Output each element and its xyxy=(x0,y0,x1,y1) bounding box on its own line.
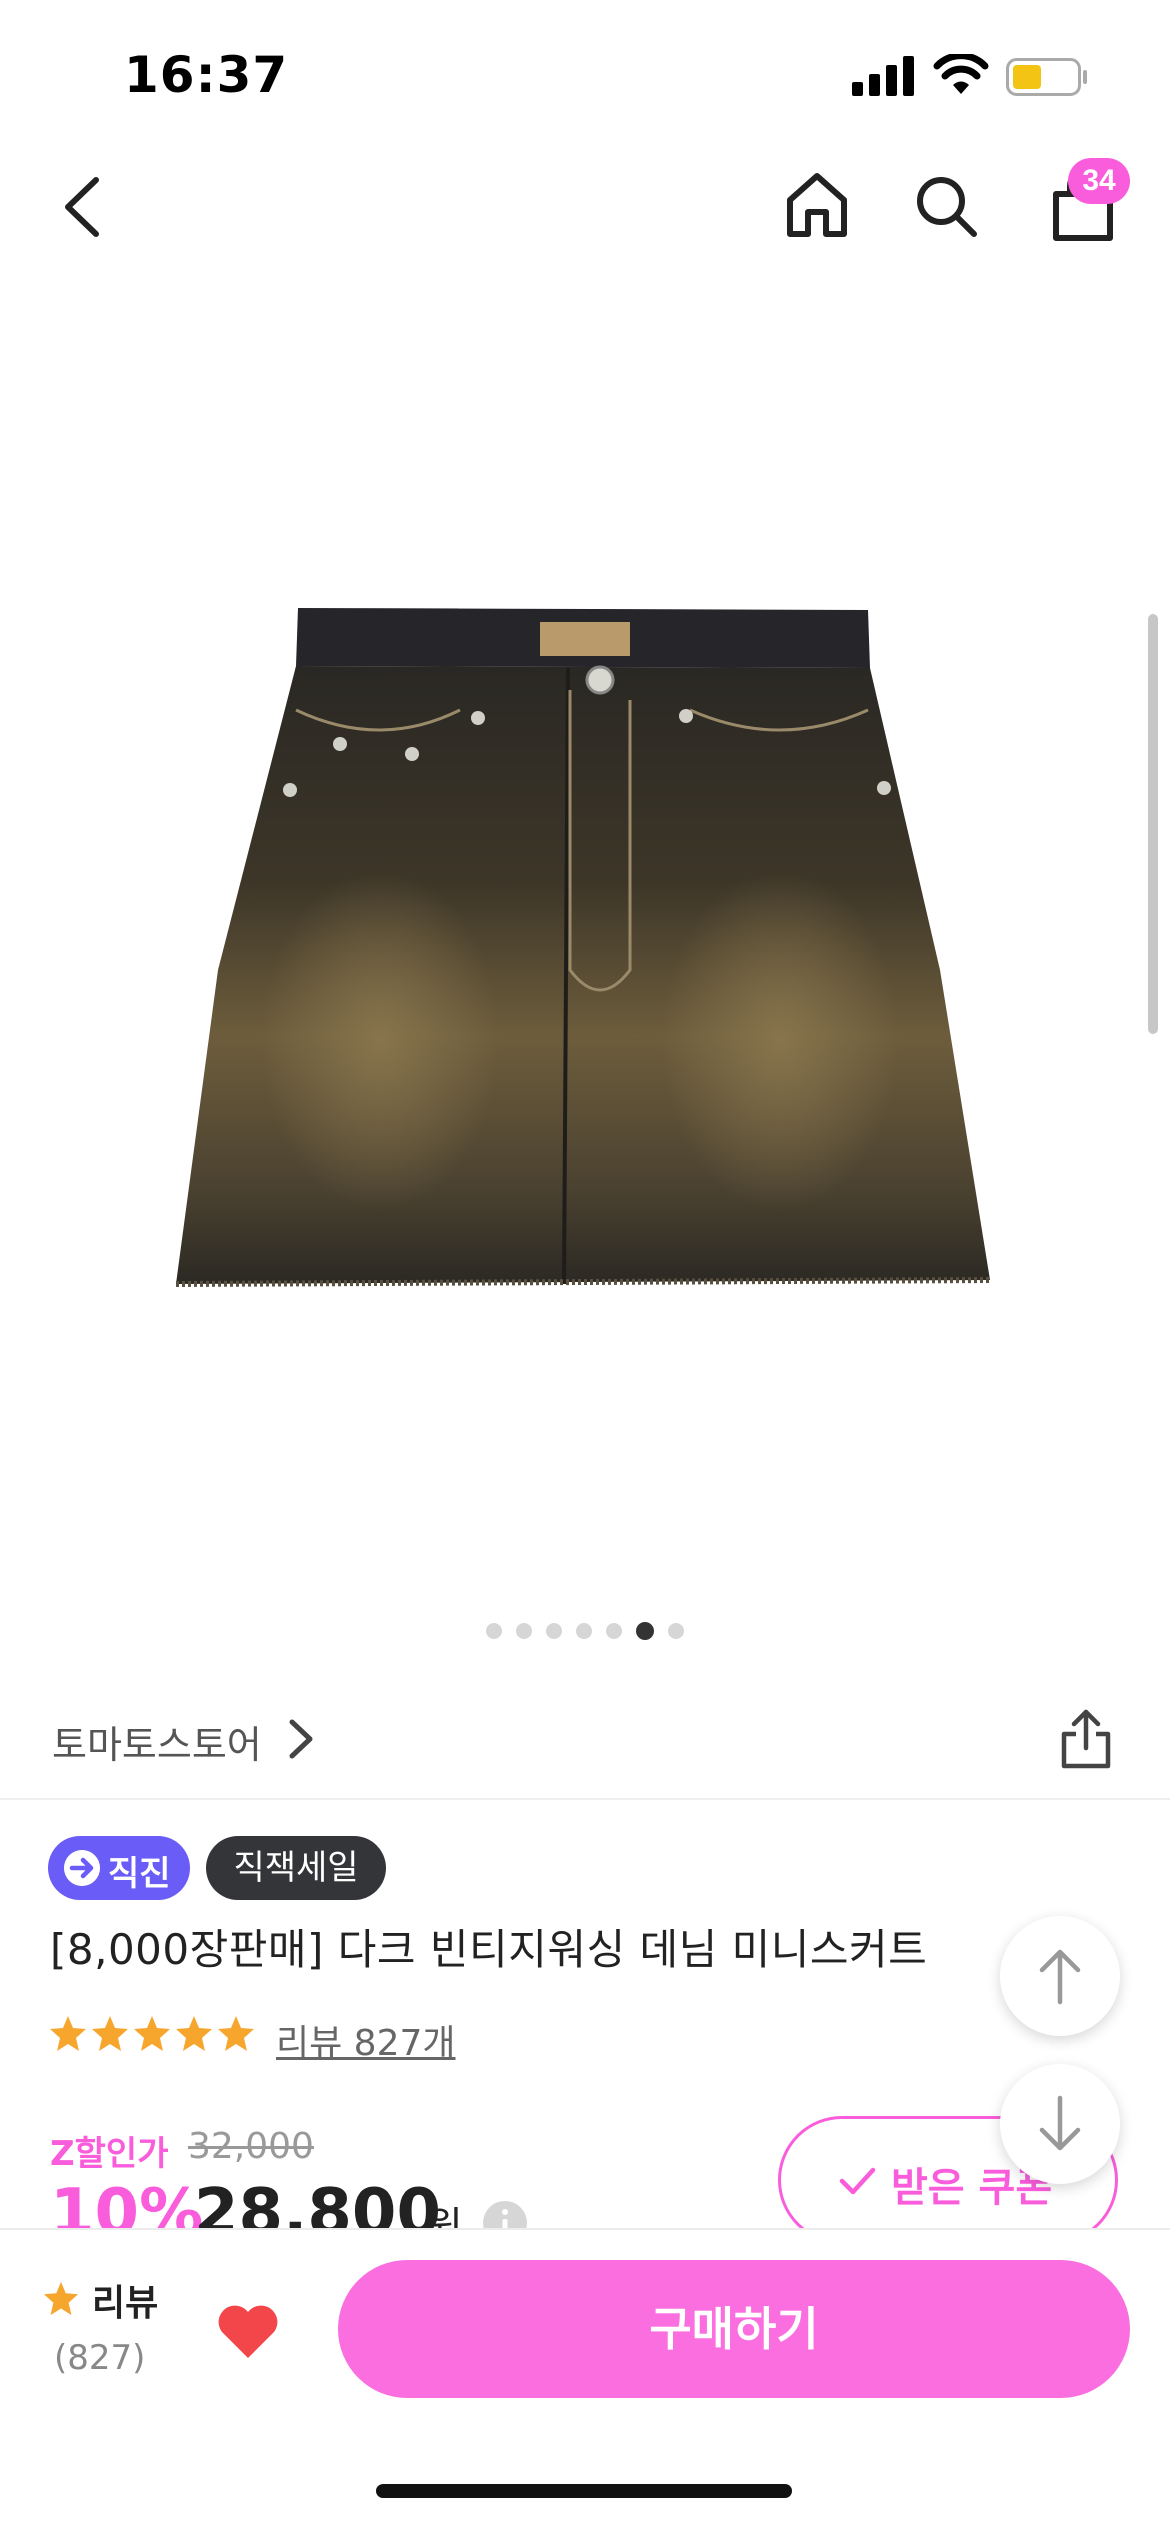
review-count: (827) xyxy=(54,2338,146,2378)
status-time: 16:37 xyxy=(124,46,289,104)
bottom-action-bar: 리뷰 (827) 구매하기 xyxy=(0,2228,1170,2532)
buy-button[interactable]: 구매하기 xyxy=(338,2260,1130,2398)
status-bar: 16:37 xyxy=(0,0,1170,140)
sale-badge: 직잭세일 xyxy=(206,1836,386,1900)
back-arrow-icon[interactable] xyxy=(56,172,106,242)
z-discount-label: Z할인가 xyxy=(50,2134,169,2174)
check-icon xyxy=(839,2167,876,2195)
battery-icon xyxy=(1006,58,1087,96)
pagination-dot[interactable] xyxy=(546,1622,562,1639)
pagination-dot[interactable] xyxy=(486,1622,502,1639)
search-icon[interactable] xyxy=(912,172,980,240)
pagination-dot[interactable] xyxy=(516,1622,532,1639)
arrow-down-icon xyxy=(1039,2095,1081,2151)
pagination-dot[interactable] xyxy=(576,1622,592,1639)
star-icon xyxy=(92,2016,128,2051)
original-price: 32,000 xyxy=(188,2126,314,2167)
arrow-up-icon xyxy=(1039,1949,1081,2005)
top-nav: 34 xyxy=(0,140,1170,270)
review-link[interactable]: 리뷰 827개 xyxy=(276,2014,456,2066)
rating-row: 리뷰 827개 xyxy=(48,2014,456,2066)
zigzin-badge: 직진 xyxy=(48,1836,190,1900)
scroll-down-button[interactable] xyxy=(1000,2064,1120,2184)
zigzin-badge-label: 직진 xyxy=(108,1854,171,1894)
zigzin-arrow-icon xyxy=(64,1850,100,1886)
product-title: [8,000장판매] 다크 빈티지워싱 데님 미니스커트 xyxy=(50,1925,928,1974)
review-tab-label[interactable]: 리뷰 xyxy=(92,2274,158,2326)
denim-skirt-image xyxy=(175,608,991,1287)
share-icon[interactable] xyxy=(1058,1708,1114,1770)
star-icon xyxy=(176,2016,212,2051)
home-indicator[interactable] xyxy=(376,2484,792,2498)
signal-icon xyxy=(852,56,914,96)
store-row[interactable]: 토마토스토어 xyxy=(0,1690,1170,1800)
heart-icon[interactable] xyxy=(216,2302,280,2360)
scroll-up-button[interactable] xyxy=(1000,1916,1120,2036)
scrollbar[interactable] xyxy=(1148,614,1158,1034)
star-icon xyxy=(43,2281,79,2316)
star-rating xyxy=(48,2016,258,2051)
pagination-dot-active[interactable] xyxy=(636,1621,654,1640)
wifi-icon xyxy=(933,54,989,94)
star-icon xyxy=(218,2016,254,2051)
gallery-pagination xyxy=(0,1620,1170,1646)
cart-count-badge: 34 xyxy=(1068,158,1130,204)
product-image[interactable] xyxy=(0,270,1170,1650)
star-icon xyxy=(50,2016,86,2051)
store-name[interactable]: 토마토스토어 xyxy=(52,1714,262,1769)
pagination-dot[interactable] xyxy=(606,1622,622,1639)
star-icon xyxy=(134,2016,170,2051)
home-icon[interactable] xyxy=(782,170,852,240)
chevron-right-icon[interactable] xyxy=(284,1716,318,1762)
pagination-dot[interactable] xyxy=(668,1622,684,1639)
